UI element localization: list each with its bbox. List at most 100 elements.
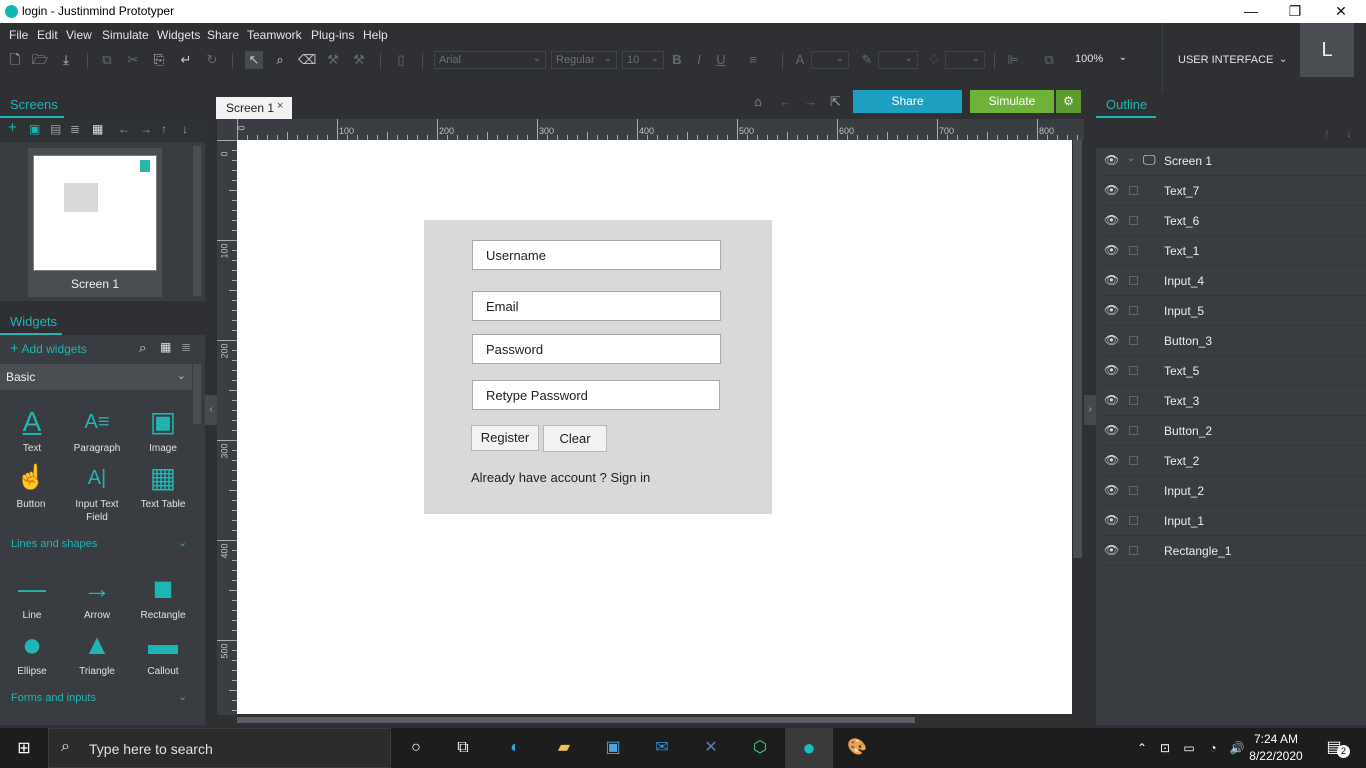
outline-tab[interactable]: Outline <box>1106 97 1147 112</box>
chevron-down-icon[interactable]: ⌄ <box>178 690 187 703</box>
minimize-button[interactable]: — <box>1228 0 1274 23</box>
eraser-icon[interactable]: ⌫ <box>298 51 316 69</box>
zoom-select[interactable]: 100% ⌄ <box>1071 51 1131 69</box>
pen-icon[interactable]: ✎ <box>858 51 876 69</box>
screens-scrollbar[interactable] <box>193 146 201 296</box>
update-icon[interactable]: ⊡ <box>1153 736 1177 760</box>
screen-link-icon[interactable]: ⇱ <box>830 94 841 110</box>
italic-icon[interactable]: I <box>690 51 708 69</box>
lock-checkbox[interactable] <box>1129 456 1138 465</box>
widget-image[interactable]: ▣ Image <box>130 406 196 455</box>
back-icon[interactable]: ← <box>779 94 792 109</box>
menu-widgets[interactable]: Widgets <box>157 28 200 42</box>
outline-row[interactable]: 👁 Rectangle_1 <box>1100 536 1366 566</box>
task-view-icon[interactable]: ⧉ <box>451 736 475 760</box>
add-screen-icon[interactable]: + <box>8 119 17 136</box>
justinmind-icon[interactable]: ● <box>797 736 821 760</box>
share-button[interactable]: Share <box>853 90 962 113</box>
lock-checkbox[interactable] <box>1129 186 1138 195</box>
mail-icon[interactable]: ✉ <box>650 736 674 760</box>
clock[interactable]: 7:24 AM 8/22/2020 <box>1248 731 1304 765</box>
clear-button[interactable]: Clear <box>543 425 607 452</box>
device-icon[interactable]: ▯ <box>392 51 410 69</box>
menu-edit[interactable]: Edit <box>37 28 58 42</box>
gear-icon[interactable]: ⚙ <box>1056 90 1081 113</box>
visibility-eye-icon[interactable]: 👁 <box>1104 183 1119 197</box>
menu-teamwork[interactable]: Teamwork <box>247 28 302 42</box>
screens-tab[interactable]: Screens <box>10 97 58 112</box>
file-explorer-icon[interactable]: ▰ <box>552 736 576 760</box>
visibility-eye-icon[interactable]: 👁 <box>1104 333 1119 347</box>
move-left-icon[interactable]: ← <box>118 122 130 136</box>
outline-row[interactable]: 👁 Text_3 <box>1100 386 1366 416</box>
undo-icon[interactable]: ↵ <box>177 51 195 69</box>
volume-icon[interactable]: 🔊 <box>1225 736 1249 760</box>
visibility-eye-icon[interactable]: 👁 <box>1104 513 1119 527</box>
font-family-select[interactable]: Arial ⌄ <box>434 51 546 69</box>
edge-icon[interactable]: ◐ <box>503 736 527 760</box>
outline-row[interactable]: 👁 Text_1 <box>1100 236 1366 266</box>
maximize-button[interactable]: ❐ <box>1272 0 1318 23</box>
home-icon[interactable]: ⌂ <box>754 94 762 109</box>
widget-text-table[interactable]: ▦ Text Table <box>130 462 196 511</box>
canvas-vertical-scrollbar[interactable] <box>1073 140 1082 558</box>
password-input[interactable]: Password <box>472 334 721 364</box>
paste-icon[interactable]: ⎘ <box>150 51 168 69</box>
lines-shapes-section[interactable]: Lines and shapes <box>11 538 97 550</box>
move-up-icon[interactable]: ↑ <box>1324 126 1330 140</box>
menu-file[interactable]: File <box>9 28 28 42</box>
chevron-down-icon[interactable]: ⌄ <box>178 536 187 549</box>
lock-checkbox[interactable] <box>1129 396 1138 405</box>
widget-button[interactable]: ☝ Button <box>0 462 64 511</box>
forms-inputs-section[interactable]: Forms and inputs <box>11 692 96 704</box>
list-view-icon[interactable]: ≣ <box>181 340 191 354</box>
font-color-icon[interactable]: A <box>791 51 809 69</box>
visibility-eye-icon[interactable]: 👁 <box>1104 483 1119 497</box>
lock-checkbox[interactable] <box>1129 426 1138 435</box>
forward-icon[interactable]: → <box>804 94 817 109</box>
visibility-eye-icon[interactable]: 👁 <box>1104 393 1119 407</box>
add-image-icon[interactable]: ▣ <box>29 122 40 136</box>
menu-share[interactable]: Share <box>207 28 239 42</box>
collapse-right-icon[interactable]: › <box>1084 395 1096 425</box>
add-folder-icon[interactable]: ▤ <box>50 122 61 136</box>
app-icon[interactable]: ✕ <box>699 736 723 760</box>
cortana-icon[interactable]: ○ <box>404 736 428 760</box>
lock-checkbox[interactable] <box>1129 336 1138 345</box>
stroke-select[interactable]: ⌄ <box>878 51 918 69</box>
tab-screen-1[interactable]: Screen 1 × <box>216 97 292 119</box>
outline-row[interactable]: 👁 Text_7 <box>1100 176 1366 206</box>
outline-row[interactable]: 👁 Input_4 <box>1100 266 1366 296</box>
lock-checkbox[interactable] <box>1129 276 1138 285</box>
outline-row[interactable]: 👁 Text_5 <box>1100 356 1366 386</box>
outline-row[interactable]: 👁 Text_2 <box>1100 446 1366 476</box>
visibility-eye-icon[interactable]: 👁 <box>1104 423 1119 437</box>
visibility-eye-icon[interactable]: 👁 <box>1104 453 1119 467</box>
visibility-eye-icon[interactable]: 👁 <box>1104 363 1119 377</box>
lock-checkbox[interactable] <box>1129 546 1138 555</box>
zoom-tool-icon[interactable]: ⌕ <box>271 51 289 69</box>
menu-help[interactable]: Help <box>363 28 388 42</box>
screen-thumbnail[interactable] <box>33 155 157 271</box>
outline-row[interactable]: 👁 Button_2 <box>1100 416 1366 446</box>
widget-ellipse[interactable]: ● Ellipse <box>0 628 65 678</box>
visibility-eye-icon[interactable]: 👁 <box>1104 153 1119 167</box>
taskbar-search[interactable]: ⌕ Type here to search <box>48 728 391 768</box>
grid-view-icon[interactable]: ▦ <box>92 122 103 136</box>
outline-row[interactable]: 👁 Text_6 <box>1100 206 1366 236</box>
save-icon[interactable]: ⤓ <box>57 51 75 69</box>
menu-view[interactable]: View <box>66 28 92 42</box>
visibility-eye-icon[interactable]: 👁 <box>1104 303 1119 317</box>
close-tab-icon[interactable]: × <box>277 100 283 112</box>
add-widgets-button[interactable]: + Add widgets <box>10 340 87 357</box>
select-tool-icon[interactable]: ↖ <box>245 51 263 69</box>
lock-checkbox[interactable] <box>1129 486 1138 495</box>
cut-icon[interactable]: ✂ <box>124 51 142 69</box>
battery-icon[interactable]: ▭ <box>1177 736 1201 760</box>
collapse-left-icon[interactable]: ‹ <box>205 395 217 425</box>
show-hidden-icons-icon[interactable]: ⌃ <box>1130 736 1154 760</box>
grid-view-icon[interactable]: ▦ <box>160 340 171 354</box>
lock-checkbox[interactable] <box>1129 306 1138 315</box>
move-up-icon[interactable]: ↑ <box>161 122 167 136</box>
windows-start-icon[interactable]: ⊞ <box>12 737 36 761</box>
